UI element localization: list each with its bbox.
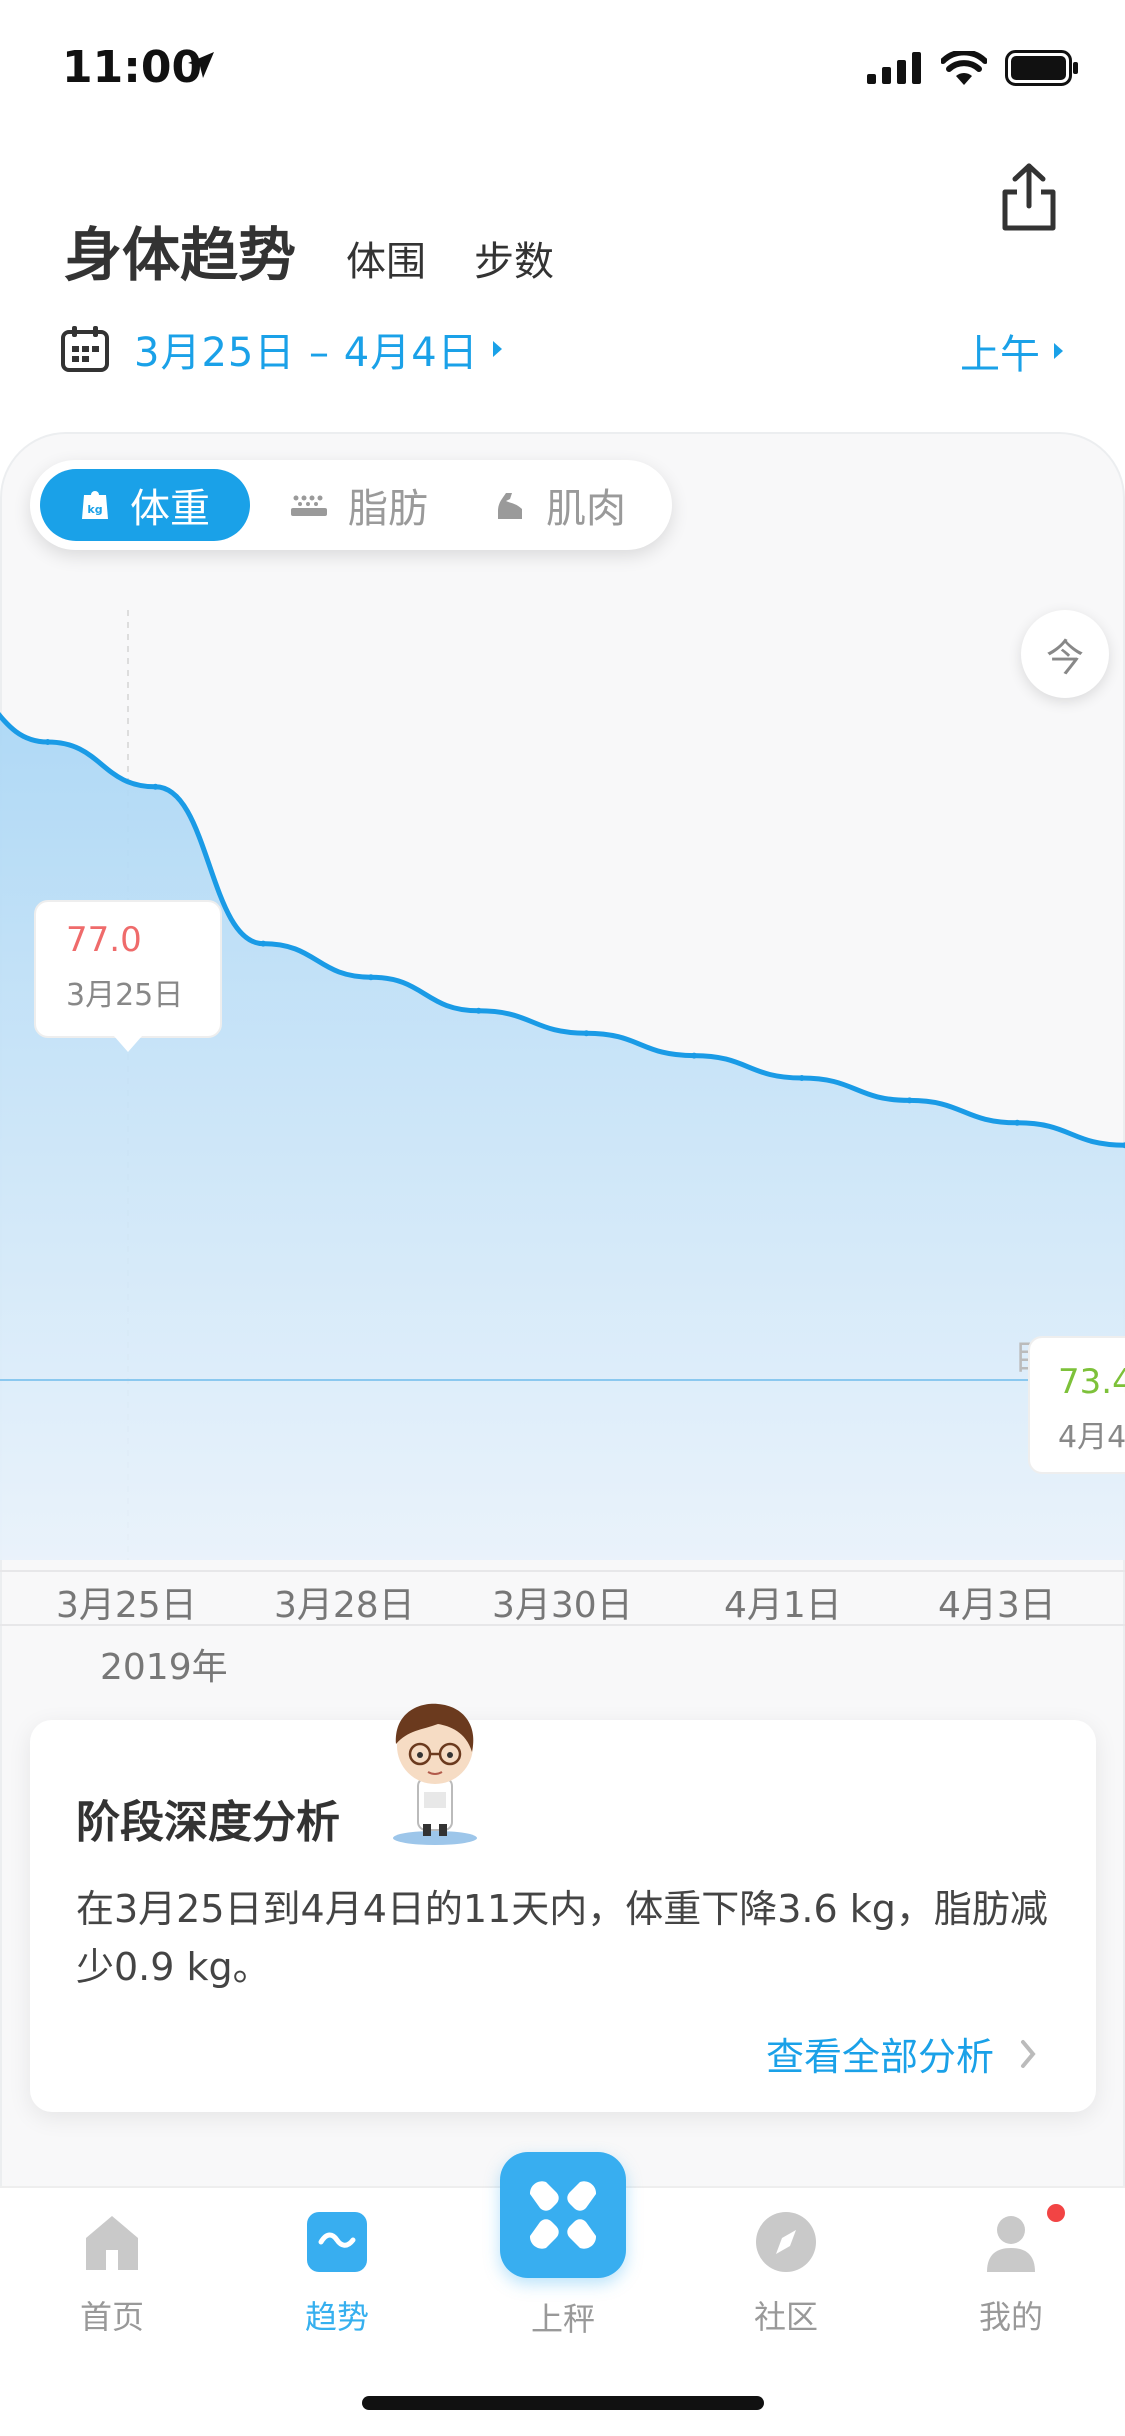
- x-tick-label: 3月25日: [56, 1585, 197, 1626]
- status-icons: [867, 50, 1079, 86]
- chevron-right-icon: [1021, 2039, 1036, 2068]
- tab-circumference[interactable]: 体围: [346, 229, 426, 287]
- chart-data-point[interactable]: [475, 1007, 482, 1014]
- caret-right-icon: [1054, 343, 1063, 359]
- svg-text:kg: kg: [87, 503, 102, 516]
- notification-badge: [1047, 2204, 1065, 2222]
- tab-profile-label: 我的: [978, 2298, 1043, 2336]
- year-label: 2019年: [100, 1647, 228, 1688]
- selected-point-value: 77.0: [66, 920, 142, 960]
- x-tick-label: 4月1日: [724, 1585, 842, 1626]
- chart-area-fill: [0, 715, 1125, 1560]
- muscle-icon: [494, 489, 526, 521]
- chart-data-point[interactable]: [260, 940, 267, 947]
- chart-data-point[interactable]: [44, 739, 51, 745]
- battery-icon: [1005, 50, 1078, 86]
- share-icon[interactable]: [997, 162, 1061, 232]
- wifi-icon: [941, 51, 987, 85]
- chart-data-point[interactable]: [1014, 1119, 1021, 1126]
- tab-weigh-button[interactable]: [500, 2152, 626, 2278]
- view-all-analysis-label: 查看全部分析: [765, 2035, 994, 2079]
- tab-steps[interactable]: 步数: [474, 229, 554, 287]
- end-point-tooltip: 73.4 4月4: [1028, 1336, 1125, 1474]
- x-axis: 3月25日 3月28日 3月30日 4月1日 4月3日: [0, 1570, 1125, 1626]
- calendar-icon: [61, 326, 109, 372]
- scale-kg-icon: kg: [80, 489, 110, 521]
- time-of-day-text: 上午: [960, 332, 1040, 378]
- stage-analysis-card: 阶段深度分析 在3月25日到4月4日的11天内，体重下降3.6 kg，脂肪减少0…: [30, 1720, 1096, 2112]
- tab-home[interactable]: 首页: [42, 2210, 182, 2338]
- metric-tab-fat-label: 脂肪: [348, 486, 428, 532]
- end-point-date: 4月4: [1058, 1420, 1125, 1455]
- tab-home-label: 首页: [79, 2298, 144, 2336]
- x-tick-label: 4月3日: [938, 1585, 1056, 1626]
- view-all-analysis-link[interactable]: 查看全部分析: [766, 2026, 1036, 2081]
- scale-icon: [529, 2181, 597, 2249]
- time-of-day-selector[interactable]: 上午: [960, 322, 1063, 380]
- home-icon: [86, 2216, 138, 2270]
- tab-weigh-label: 上秤: [530, 2300, 595, 2338]
- metric-tab-weight[interactable]: kg 体重: [40, 469, 250, 541]
- cellular-signal-icon: [867, 52, 921, 84]
- caret-right-icon: [492, 341, 502, 357]
- weight-area-chart: [0, 610, 1125, 1560]
- analysis-body: 在3月25日到4月4日的11天内，体重下降3.6 kg，脂肪减少0.9 kg。: [76, 1887, 1048, 1989]
- x-tick-label: 3月28日: [274, 1585, 415, 1626]
- date-range-selector[interactable]: 3月25日 – 4月4日: [60, 320, 502, 378]
- home-indicator: [362, 2396, 764, 2410]
- fat-icon: [290, 492, 328, 518]
- location-arrow-icon: [188, 52, 214, 78]
- selected-point-date: 3月25日: [66, 978, 184, 1013]
- selected-point-tooltip: 77.0 3月25日: [34, 900, 222, 1052]
- chart-data-point[interactable]: [906, 1097, 913, 1104]
- chart-data-point[interactable]: [152, 783, 159, 790]
- date-range-text: 3月25日 – 4月4日: [134, 330, 479, 376]
- tab-profile[interactable]: 我的: [941, 2210, 1081, 2338]
- chart-data-point[interactable]: [367, 974, 374, 981]
- chart-data-point[interactable]: [798, 1075, 805, 1081]
- metric-tab-fat[interactable]: 脂肪: [250, 469, 454, 541]
- doctor-avatar-illustration: [393, 1703, 477, 1845]
- metric-segmented-control: kg 体重 脂肪 肌肉: [30, 460, 672, 550]
- tab-trend-label: 趋势: [304, 2298, 369, 2336]
- profile-icon: [987, 2216, 1035, 2272]
- trend-tabs: 身体趋势 体围 步数: [59, 208, 554, 298]
- analysis-title: 阶段深度分析: [76, 1797, 340, 1848]
- chart-data-point[interactable]: [691, 1052, 698, 1059]
- x-tick-label: 3月30日: [492, 1585, 633, 1626]
- tab-community[interactable]: 社区: [716, 2210, 856, 2338]
- end-point-value: 73.4: [1058, 1362, 1125, 1402]
- chart-data-point[interactable]: [583, 1030, 590, 1037]
- compass-icon: [756, 2212, 816, 2272]
- tab-body-trend[interactable]: 身体趋势: [59, 208, 301, 298]
- tab-trend[interactable]: 趋势: [267, 2210, 407, 2338]
- tab-community-label: 社区: [753, 2298, 818, 2336]
- status-time: 11:00: [62, 42, 203, 93]
- trend-icon: [307, 2212, 367, 2272]
- metric-tab-muscle[interactable]: 肌肉: [454, 469, 652, 541]
- metric-tab-muscle-label: 肌肉: [546, 486, 626, 532]
- metric-tab-weight-label: 体重: [130, 486, 210, 532]
